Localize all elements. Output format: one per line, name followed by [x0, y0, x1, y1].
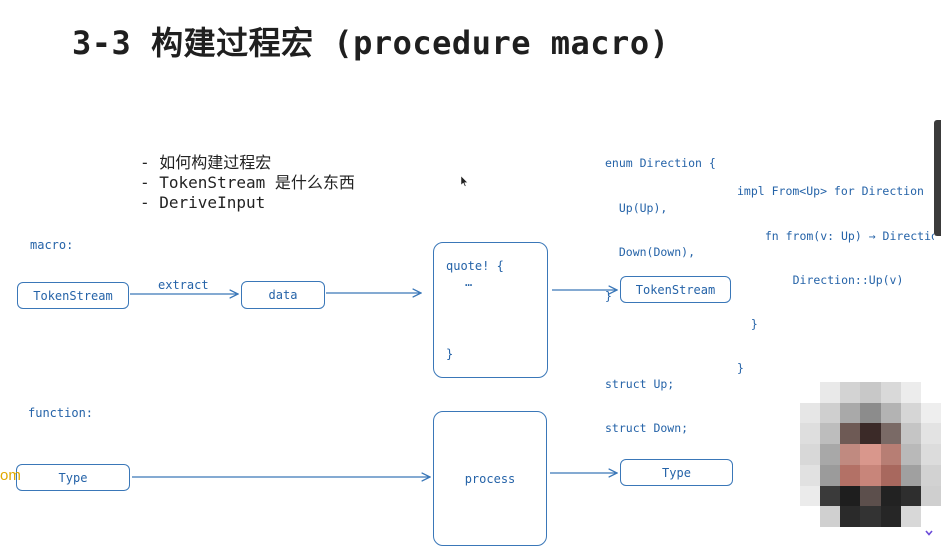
- tokenstream-output-node: TokenStream: [620, 276, 731, 303]
- type-output-node: Type: [620, 459, 733, 486]
- webcam-pixelated-overlay: [800, 382, 941, 527]
- extract-edge-label: extract: [158, 278, 209, 292]
- chevron-down-icon[interactable]: [924, 528, 934, 538]
- type-input-node: Type: [16, 464, 130, 491]
- macro-label: macro:: [30, 238, 74, 252]
- quote-open-text: quote! {: [446, 259, 504, 273]
- quote-close-text: }: [446, 347, 454, 361]
- quote-body-text: …: [465, 275, 473, 289]
- function-label: function:: [28, 406, 94, 420]
- side-toolbar-edge: [934, 120, 941, 236]
- edge-overlay-text: om: [0, 467, 21, 484]
- data-node: data: [241, 281, 325, 309]
- process-node: process: [433, 411, 547, 546]
- tokenstream-input-node: TokenStream: [17, 282, 129, 309]
